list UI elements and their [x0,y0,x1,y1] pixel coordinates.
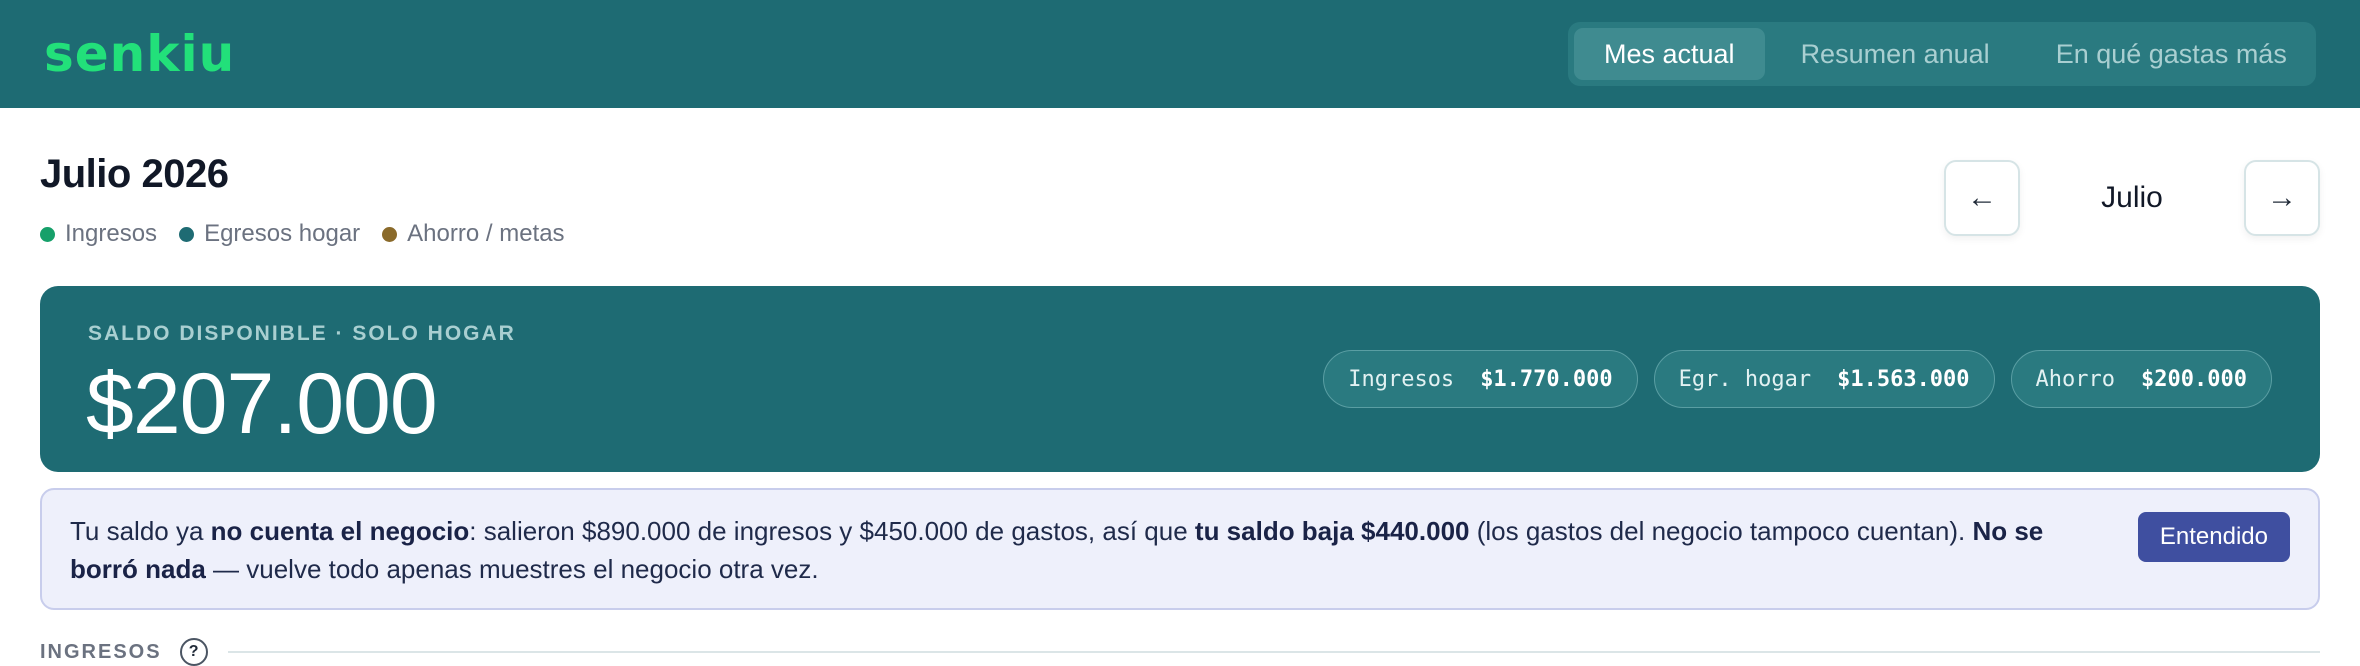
dismiss-notice-button[interactable]: Entendido [2137,512,2290,562]
business-excluded-notice: Tu saldo ya no cuenta el negocio: salier… [40,488,2320,610]
notice-text-bold: tu saldo baja $440.000 [1194,516,1470,546]
current-month-label: Julio [2101,181,2163,214]
section-title: INGRESOS [40,640,162,663]
legend-label: Egresos hogar [204,220,361,247]
chip-label: Egr. hogar [1678,366,1812,392]
main-nav: Mes actual Resumen anual En qué gastas m… [1568,22,2316,86]
legend-item-ingresos: Ingresos [40,220,157,248]
chip-value: $200.000 [2141,366,2247,392]
notice-text-segment: : salieron $890.000 de ingresos y $450.0… [469,516,1195,546]
legend-dot-icon [382,226,398,242]
legend-item-egresos-hogar: Egresos hogar [179,220,360,248]
chip-label: Ahorro [2035,366,2116,392]
tab-en-que-gastas-mas[interactable]: En qué gastas más [2026,28,2317,80]
balance-amount: $207.000 [86,356,438,452]
page-title: Julio 2026 [40,152,229,196]
balance-card: SALDO DISPONIBLE · SOLO HOGAR $207.000 I… [40,286,2320,472]
legend-label: Ahorro / metas [407,220,565,247]
tab-resumen-anual[interactable]: Resumen anual [1771,28,2020,80]
app-header: senkiu Mes actual Resumen anual En qué g… [0,0,2360,108]
chip-egresos-hogar: Egr. hogar $1.563.000 [1653,350,1995,408]
legend-item-ahorro-metas: Ahorro / metas [382,220,565,248]
notice-text-segment: (los gastos del negocio tampoco cuentan)… [1469,516,1973,546]
chip-ingresos: Ingresos $1.770.000 [1323,350,1638,408]
next-month-button[interactable]: → [2244,160,2320,236]
balance-label: SALDO DISPONIBLE · SOLO HOGAR [88,322,516,345]
app-logo[interactable]: senkiu [44,26,235,82]
notice-message: Tu saldo ya no cuenta el negocio: salier… [70,512,2090,588]
prev-month-button[interactable]: ← [1944,160,2020,236]
legend-dot-icon [179,226,195,242]
balance-chips: Ingresos $1.770.000 Egr. hogar $1.563.00… [1307,350,2272,408]
chip-value: $1.563.000 [1837,366,1970,392]
section-divider [227,651,2320,653]
notice-text-segment: Tu saldo ya [70,516,211,546]
notice-text-bold: no cuenta el negocio [210,516,470,546]
legend: Ingresos Egresos hogar Ahorro / metas [40,220,587,248]
notice-text-segment: — vuelve todo apenas muestres el negocio… [205,554,819,584]
legend-dot-icon [40,226,55,242]
chip-label: Ingresos [1348,366,1455,392]
tab-mes-actual[interactable]: Mes actual [1574,28,1765,80]
arrow-left-icon: ← [1967,181,1997,214]
legend-label: Ingresos [65,220,158,247]
arrow-right-icon: → [2267,181,2297,214]
chip-value: $1.770.000 [1480,366,1613,392]
month-navigator: ← Julio → [1944,160,2320,236]
chip-ahorro: Ahorro $200.000 [2010,350,2272,408]
